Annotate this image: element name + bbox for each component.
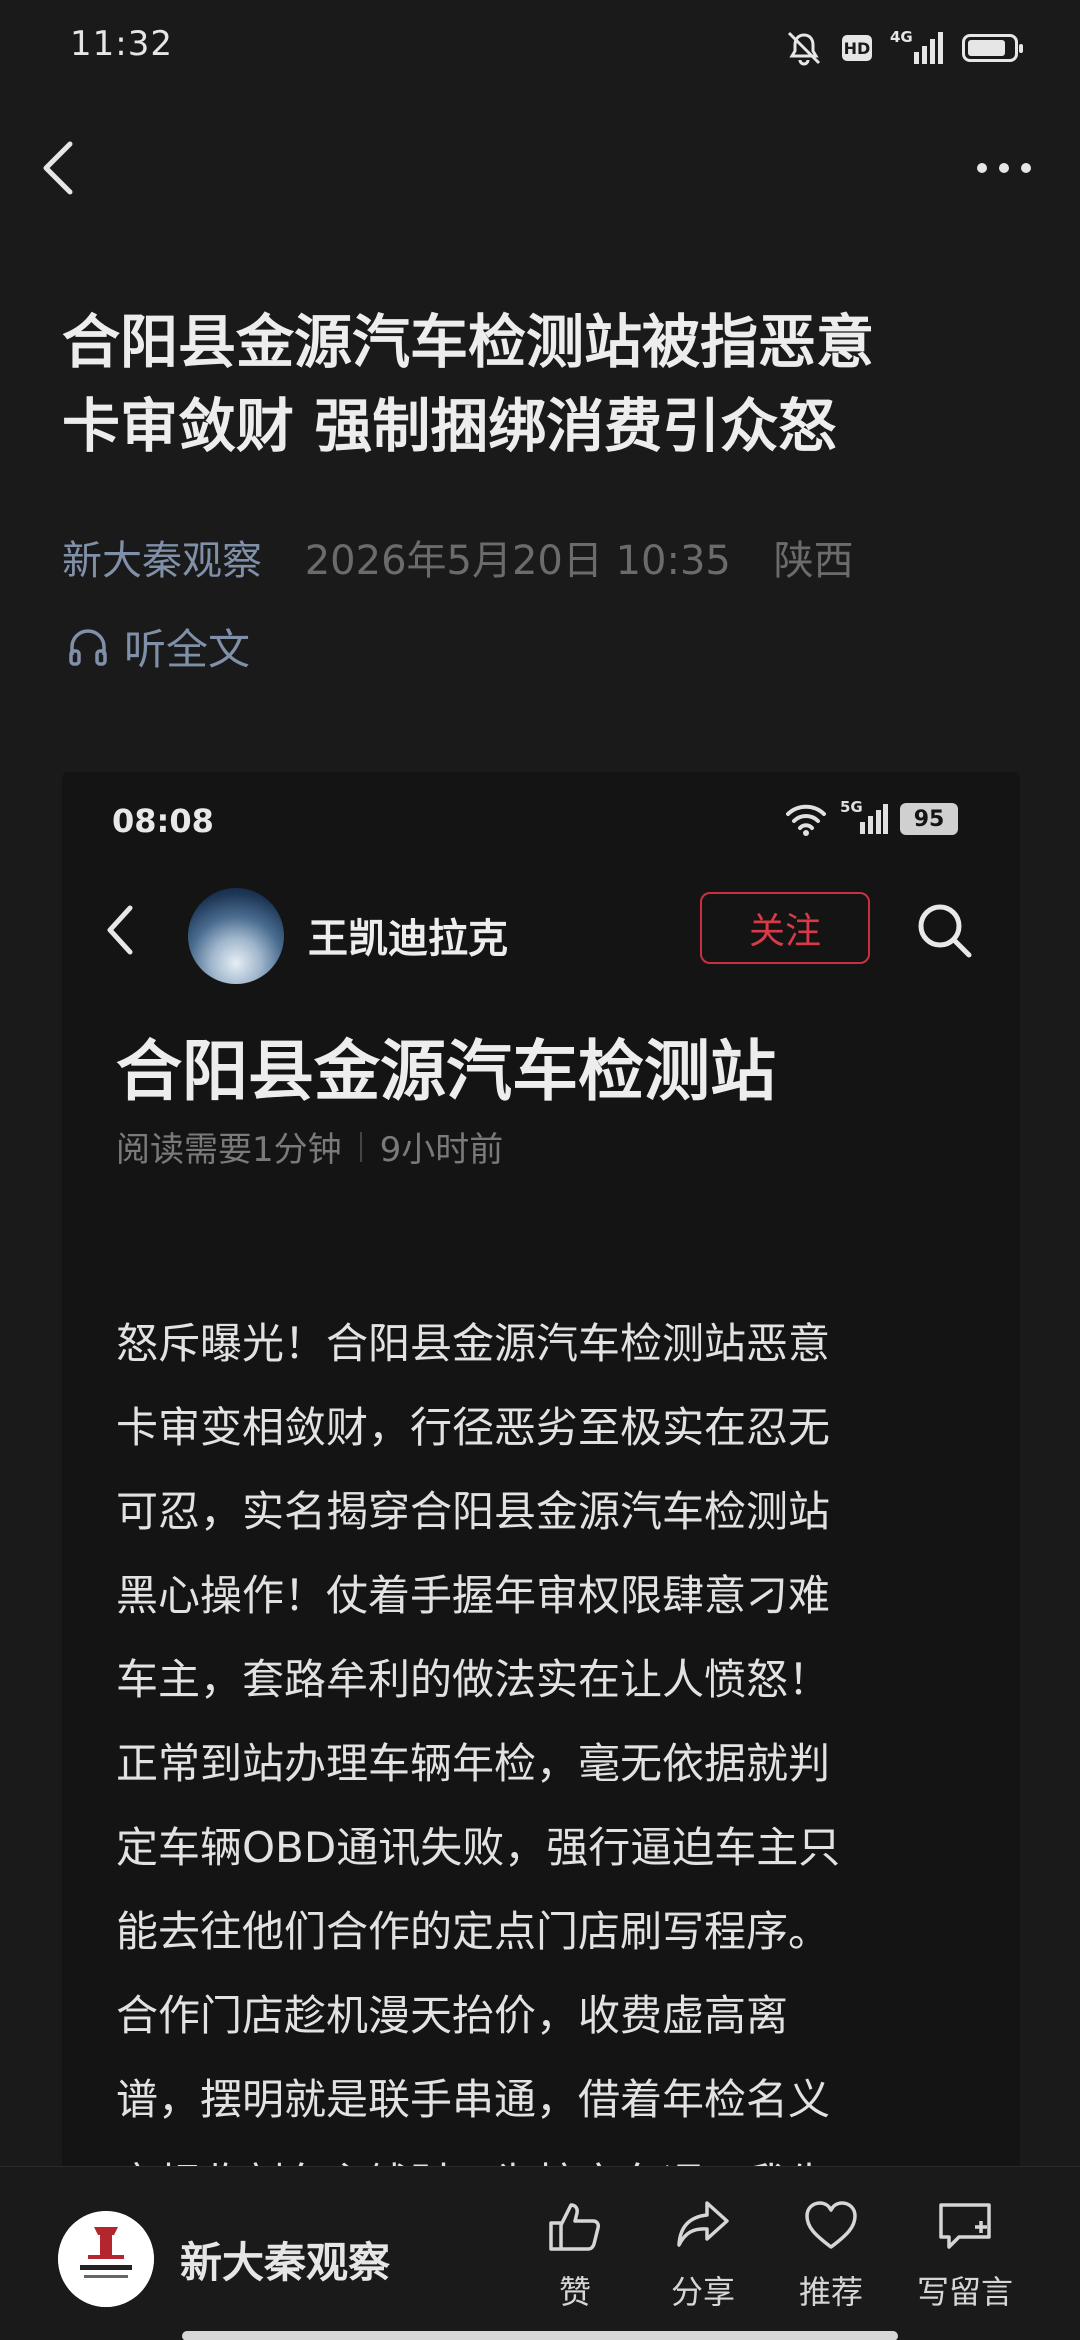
body-line: 黑心操作！仗着手握年审权限肆意刁难 xyxy=(116,1571,831,1620)
listen-full-text-button[interactable]: 听全文 xyxy=(66,616,250,677)
mute-bell-icon xyxy=(787,31,821,66)
wifi-icon xyxy=(786,804,826,836)
signal-4g-icon: 4G xyxy=(890,28,944,66)
body-line: 正常到站办理车辆年检，毫无依据就判 xyxy=(116,1739,831,1788)
write-comment-button[interactable]: 写留言 xyxy=(910,2197,1020,2313)
body-line: 合作门店趁机漫天抬价，收费虚高离 xyxy=(116,1991,789,2040)
comment-icon xyxy=(939,2203,991,2249)
bottom-action-bar: 新大秦观察 赞 分享 推荐 写留言 xyxy=(0,2166,1080,2340)
headphones-icon xyxy=(69,628,107,666)
share-label: 分享 xyxy=(670,2273,735,2311)
source-logo[interactable] xyxy=(58,2211,154,2307)
battery-level xyxy=(968,40,1006,56)
battery-icon xyxy=(962,34,1023,62)
article-page: 11:32 HD 4G 合阳县金源汽车检测站被指恶意 卡审敛财 强制捆绑消费引众… xyxy=(0,0,1080,2340)
signal-5g-icon: 5G xyxy=(840,798,888,836)
heart-icon xyxy=(805,2201,857,2249)
body-line: 定车辆OBD通讯失败，强行逼迫车主只 xyxy=(116,1823,841,1872)
article-title: 合阳县金源汽车检测站被指恶意 卡审敛财 强制捆绑消费引众怒 xyxy=(62,300,1022,468)
body-line: 车主，套路牟利的做法实在让人愤怒！ xyxy=(116,1655,831,1704)
embedded-article-title: 合阳县金源汽车检测站 xyxy=(116,1033,776,1110)
author-avatar xyxy=(188,888,284,984)
embedded-battery: 95 xyxy=(900,803,958,835)
body-line: 谱，摆明就是联手串通，借着年检名义 xyxy=(116,2075,831,2124)
follow-button: 关注 xyxy=(700,892,870,964)
body-line: 怒斥曝光！合阳县金源汽车检测站恶意 xyxy=(116,1319,831,1368)
source-name[interactable]: 新大秦观察 xyxy=(180,2229,390,2290)
thumbs-up-icon xyxy=(549,2203,600,2251)
home-indicator[interactable] xyxy=(182,2331,898,2340)
region-label: 陕西 xyxy=(773,538,854,584)
write-comment-label: 写留言 xyxy=(916,2273,1013,2311)
like-button[interactable]: 赞 xyxy=(520,2197,630,2313)
embedded-status-icons: 5G 95 xyxy=(784,798,958,836)
listen-label: 听全文 xyxy=(124,625,251,674)
article-meta: 新大秦观察 2026年5月20日 10:35 陕西 xyxy=(62,528,1022,586)
share-icon xyxy=(677,2201,729,2247)
meta-divider xyxy=(359,1131,362,1162)
embedded-status-time: 08:08 xyxy=(112,802,214,840)
recommend-label: 推荐 xyxy=(798,2273,863,2311)
status-icons: HD 4G xyxy=(784,28,1023,68)
article-title-line-2: 卡审敛财 强制捆绑消费引众怒 xyxy=(62,392,837,460)
body-line: 可忍，实名揭穿合阳县金源汽车检测站 xyxy=(116,1487,831,1536)
recommend-button[interactable]: 推荐 xyxy=(776,2197,886,2313)
body-line: 能去往他们合作的定点门店刷写程序。 xyxy=(116,1907,831,1956)
source-link[interactable]: 新大秦观察 xyxy=(62,538,262,584)
like-label: 赞 xyxy=(558,2273,591,2311)
status-time: 11:32 xyxy=(70,24,173,64)
status-bar: 11:32 HD 4G xyxy=(0,0,1080,96)
embedded-back-arrow-icon xyxy=(107,905,133,955)
author-name: 王凯迪拉克 xyxy=(308,916,508,962)
share-button[interactable]: 分享 xyxy=(648,2197,758,2313)
posted-time: 9小时前 xyxy=(379,1130,504,1170)
embedded-article-meta: 阅读需要1分钟 9小时前 xyxy=(116,1122,503,1171)
embedded-article-body: 怒斥曝光！合阳县金源汽车检测站恶意 卡审变相敛财，行径恶劣至极实在忍无 可忍，实… xyxy=(116,1302,980,2182)
embedded-screenshot: 08:08 5G 95 王凯迪拉克 关注 合阳县金源汽车检测站 阅读需要1分钟 … xyxy=(62,772,1020,2182)
hd-badge: HD xyxy=(842,35,872,61)
article-title-line-1: 合阳县金源汽车检测站被指恶意 xyxy=(62,308,875,376)
more-options-icon[interactable] xyxy=(972,150,1036,186)
search-icon xyxy=(918,904,972,958)
publish-date: 2026年5月20日 10:35 xyxy=(304,538,731,584)
body-line: 卡审变相敛财，行径恶劣至极实在忍无 xyxy=(116,1403,831,1452)
back-arrow-icon[interactable] xyxy=(36,136,84,200)
read-time: 阅读需要1分钟 xyxy=(116,1130,342,1170)
